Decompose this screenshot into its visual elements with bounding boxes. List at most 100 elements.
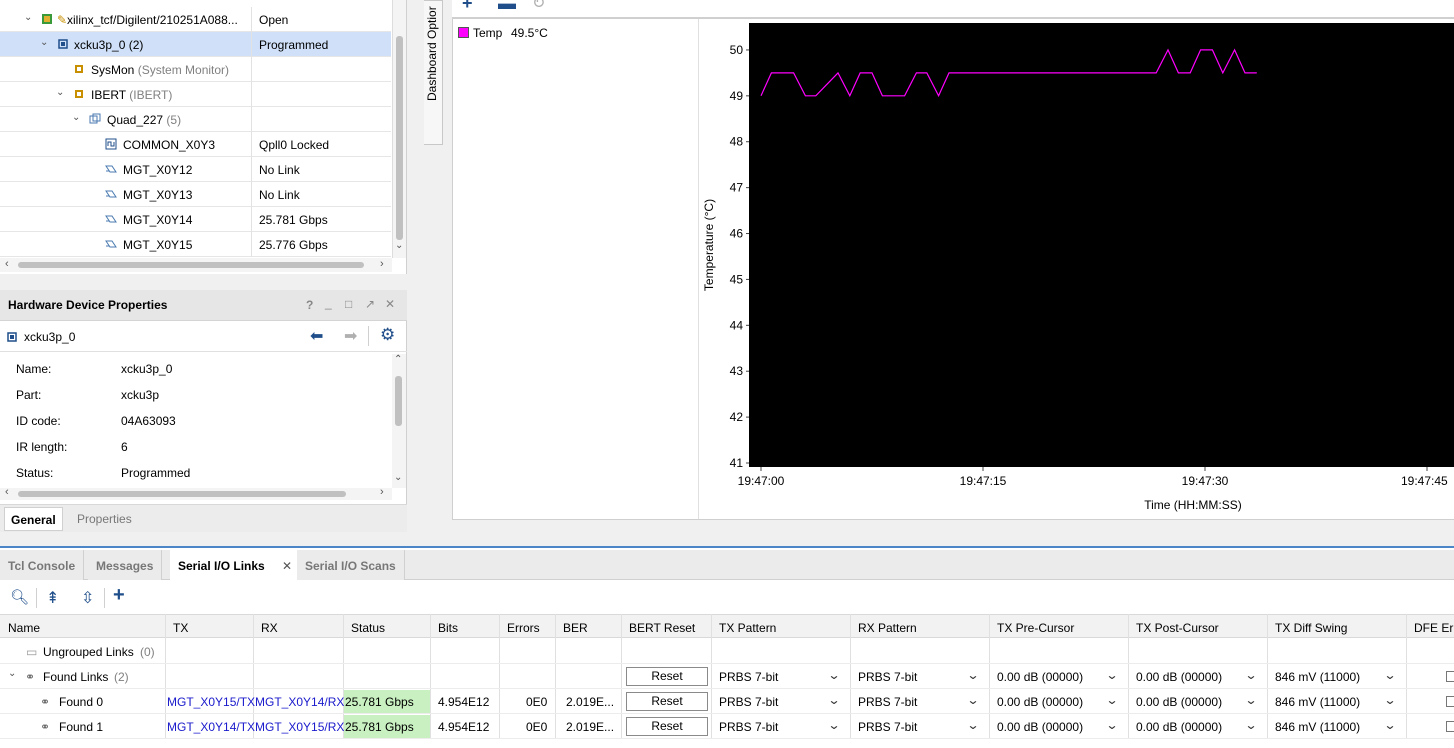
link-rx[interactable]: MGT_X0Y14/RX xyxy=(255,695,344,709)
add-icon[interactable]: + xyxy=(462,0,473,14)
refresh-icon[interactable]: ↻ xyxy=(532,0,545,13)
chevron-left-icon[interactable]: ‹ xyxy=(5,258,9,270)
tx-post-cursor-select[interactable]: 0.00 dB (00000) xyxy=(1136,670,1222,684)
bert-reset-button[interactable]: Reset xyxy=(626,692,708,711)
create-links-icon[interactable]: + xyxy=(113,584,125,607)
bert-reset-button[interactable]: Reset xyxy=(626,717,708,736)
help-icon[interactable]: ? xyxy=(306,298,313,312)
chevron-down-icon[interactable]: ⌄ xyxy=(1244,693,1257,707)
column-header-status[interactable]: Status xyxy=(351,621,385,635)
column-header-rx[interactable]: RX xyxy=(261,621,278,635)
scrollbar-thumb[interactable] xyxy=(18,491,346,497)
column-header-errors[interactable]: Errors xyxy=(507,621,540,635)
column-header-bert-reset[interactable]: BERT Reset xyxy=(629,621,695,635)
tx-pattern-select[interactable]: PRBS 7-bit xyxy=(719,720,778,734)
chevron-down-icon[interactable]: ⌄ xyxy=(1105,668,1118,682)
column-header-ber[interactable]: BER xyxy=(563,621,588,635)
column-header-tx-pattern[interactable]: TX Pattern xyxy=(719,621,776,635)
forward-arrow-icon[interactable]: ➡ xyxy=(344,326,357,346)
expand-all-icon[interactable]: ⇳ xyxy=(81,588,94,608)
tree-row-sysmon[interactable]: SysMon (System Monitor) xyxy=(0,57,391,82)
chevron-down-icon[interactable]: ⌄ xyxy=(827,668,840,682)
chevron-left-icon[interactable]: ‹ xyxy=(5,486,9,498)
dfe-checkbox[interactable] xyxy=(1446,696,1454,707)
gear-icon[interactable]: ⚙ xyxy=(380,325,395,345)
remove-icon[interactable]: ▬ xyxy=(498,0,516,14)
chevron-down-icon[interactable]: ⌄ xyxy=(1383,693,1396,707)
chevron-up-icon[interactable]: ⌃ xyxy=(394,354,402,365)
chevron-down-icon[interactable]: ⌄ xyxy=(827,693,840,707)
tree-row-device[interactable]: ⌄ xcku3p_0 (2) Programmed xyxy=(0,32,391,57)
dashboard-options-tab[interactable]: Dashboard Optior xyxy=(424,0,443,145)
tx-pattern-select[interactable]: PRBS 7-bit xyxy=(719,695,778,709)
tab-serial-io-links[interactable]: Serial I/O Links ✕ xyxy=(170,550,298,580)
rx-pattern-select[interactable]: PRBS 7-bit xyxy=(858,670,917,684)
tree-row-mgt[interactable]: MGT_X0Y13 No Link xyxy=(0,182,391,207)
chevron-down-icon[interactable]: ⌄ xyxy=(1383,668,1396,682)
tree-row-mgt[interactable]: MGT_X0Y14 25.781 Gbps xyxy=(0,207,391,232)
chevron-down-icon[interactable]: ⌄ xyxy=(395,240,403,251)
tx-diff-swing-select[interactable]: 846 mV (11000) xyxy=(1275,695,1360,709)
tree-row-mgt[interactable]: MGT_X0Y12 No Link xyxy=(0,157,391,182)
chevron-down-icon[interactable]: ⌄ xyxy=(24,12,32,23)
chevron-down-icon[interactable]: ⌄ xyxy=(1383,718,1396,732)
column-header-tx-diff-swing[interactable]: TX Diff Swing xyxy=(1275,621,1347,635)
chevron-down-icon[interactable]: ⌄ xyxy=(394,472,402,483)
tx-post-cursor-select[interactable]: 0.00 dB (00000) xyxy=(1136,695,1222,709)
column-header-tx-post-cursor[interactable]: TX Post-Cursor xyxy=(1136,621,1219,635)
properties-vertical-scrollbar[interactable]: ⌃ ⌄ xyxy=(392,354,406,488)
chevron-down-icon[interactable]: ⌄ xyxy=(966,718,979,732)
link-row-found-0[interactable]: ⚭ Found 0 MGT_X0Y15/TX MGT_X0Y14/RX 25.7… xyxy=(0,689,1454,714)
tree-row-target[interactable]: ⌄ ✎ xilinx_tcf/Digilent/210251A088... Op… xyxy=(0,7,391,32)
chevron-down-icon[interactable]: ⌄ xyxy=(966,693,979,707)
column-header-tx-pre-cursor[interactable]: TX Pre-Cursor xyxy=(997,621,1074,635)
link-rx[interactable]: MGT_X0Y15/RX xyxy=(255,720,344,734)
chevron-down-icon[interactable]: ⌄ xyxy=(1105,693,1118,707)
tx-pre-cursor-select[interactable]: 0.00 dB (00000) xyxy=(997,720,1083,734)
chevron-down-icon[interactable]: ⌄ xyxy=(827,718,840,732)
chevron-down-icon[interactable]: ⌄ xyxy=(1244,668,1257,682)
close-icon[interactable]: ✕ xyxy=(385,297,395,311)
tx-pattern-select[interactable]: PRBS 7-bit xyxy=(719,670,778,684)
tab-messages[interactable]: Messages xyxy=(88,550,163,580)
chevron-down-icon[interactable]: ⌄ xyxy=(56,87,64,98)
tree-row-ibert[interactable]: ⌄ IBERT (IBERT) xyxy=(0,82,391,107)
chevron-down-icon[interactable]: ⌄ xyxy=(1105,718,1118,732)
tx-diff-swing-select[interactable]: 846 mV (11000) xyxy=(1275,720,1360,734)
column-header-rx-pattern[interactable]: RX Pattern xyxy=(858,621,917,635)
chevron-down-icon[interactable]: ⌄ xyxy=(72,112,80,123)
tab-general[interactable]: General xyxy=(4,507,63,531)
chevron-right-icon[interactable]: › xyxy=(380,258,384,270)
tree-row-common[interactable]: COMMON_X0Y3 Qpll0 Locked xyxy=(0,132,391,157)
tx-pre-cursor-select[interactable]: 0.00 dB (00000) xyxy=(997,695,1083,709)
chevron-down-icon[interactable]: ⌄ xyxy=(1244,718,1257,732)
tree-horizontal-scrollbar[interactable]: ‹ › xyxy=(0,258,392,272)
tx-pre-cursor-select[interactable]: 0.00 dB (00000) xyxy=(997,670,1083,684)
chevron-down-icon[interactable]: ⌄ xyxy=(8,668,16,679)
chevron-down-icon[interactable]: ⌄ xyxy=(966,668,979,682)
column-header-bits[interactable]: Bits xyxy=(438,621,458,635)
chevron-right-icon[interactable]: › xyxy=(380,486,384,498)
column-header-dfe[interactable]: DFE Er xyxy=(1414,621,1453,635)
scrollbar-thumb[interactable] xyxy=(18,262,364,268)
properties-horizontal-scrollbar[interactable]: ‹ › xyxy=(0,486,392,500)
column-header-tx[interactable]: TX xyxy=(173,621,188,635)
minimize-icon[interactable]: _ xyxy=(325,296,332,310)
search-icon[interactable]: 🔍︎ xyxy=(10,588,29,606)
tree-row-mgt[interactable]: MGT_X0Y15 25.776 Gbps xyxy=(0,232,391,257)
rx-pattern-select[interactable]: PRBS 7-bit xyxy=(858,720,917,734)
link-tx[interactable]: MGT_X0Y14/TX xyxy=(167,720,255,734)
found-links-group-row[interactable]: ⌄ ⚭ Found Links (2) Reset PRBS 7-bit ⌄ P… xyxy=(0,664,1454,689)
dfe-checkbox[interactable] xyxy=(1446,671,1454,682)
maximize-icon[interactable]: □ xyxy=(345,297,352,311)
bert-reset-button[interactable]: Reset xyxy=(626,667,708,686)
tx-diff-swing-select[interactable]: 846 mV (11000) xyxy=(1275,670,1360,684)
link-row-found-1[interactable]: ⚭ Found 1 MGT_X0Y14/TX MGT_X0Y15/RX 25.7… xyxy=(0,714,1454,739)
column-header-name[interactable]: Name xyxy=(8,621,40,635)
link-tx[interactable]: MGT_X0Y15/TX xyxy=(167,695,255,709)
tx-post-cursor-select[interactable]: 0.00 dB (00000) xyxy=(1136,720,1222,734)
dfe-checkbox[interactable] xyxy=(1446,721,1454,732)
scrollbar-thumb[interactable] xyxy=(396,36,403,240)
tab-serial-io-scans[interactable]: Serial I/O Scans xyxy=(297,550,405,580)
rx-pattern-select[interactable]: PRBS 7-bit xyxy=(858,695,917,709)
